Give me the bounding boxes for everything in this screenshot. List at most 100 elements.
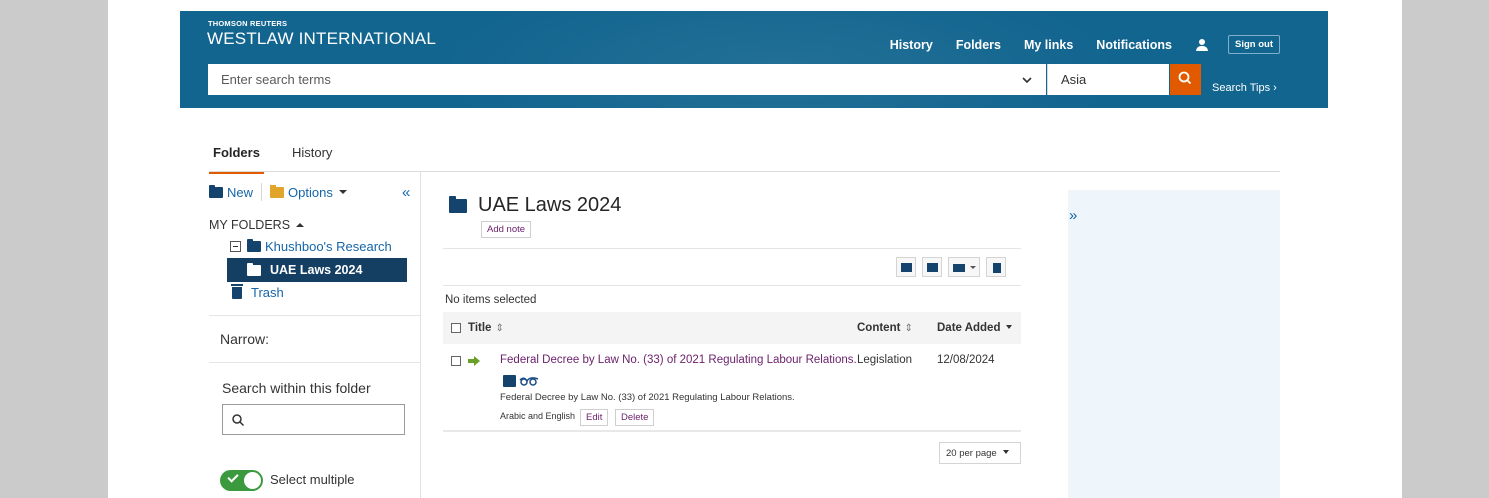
top-navigation: History Folders My links Notifications S… [867, 35, 1280, 54]
email-icon [953, 264, 965, 272]
nav-folders-link[interactable]: Folders [956, 38, 1001, 52]
sidebar-divider [209, 315, 420, 316]
column-title-label: Title [468, 322, 492, 334]
search-bar: Asia [208, 64, 1228, 95]
trash-icon [231, 283, 243, 299]
new-folder-button[interactable]: New [209, 184, 254, 200]
brand-product[interactable]: WESTLAW INTERNATIONAL [207, 29, 436, 49]
select-all-checkbox[interactable] [451, 323, 461, 333]
expand-panel-button[interactable]: » [1069, 207, 1077, 224]
row-checkbox[interactable] [451, 356, 461, 366]
sign-out-button[interactable]: Sign out [1228, 35, 1280, 54]
column-date-added[interactable]: Date Added [937, 322, 1013, 334]
arrow-right-icon [468, 356, 480, 366]
new-folder-icon [209, 184, 223, 198]
folder-icon [449, 195, 467, 213]
search-icon [232, 414, 245, 427]
table-bottom-divider [443, 430, 1021, 432]
chevron-down-icon[interactable] [1020, 73, 1034, 87]
folder-heading: UAE Laws 2024 [449, 194, 621, 217]
search-within-input[interactable] [251, 411, 399, 429]
column-content-label: Content [857, 322, 901, 334]
column-date-label: Date Added [937, 322, 1001, 334]
folder-icon [247, 262, 261, 276]
options-label: Options [288, 184, 333, 200]
document-date-added: 12/08/2024 [937, 354, 995, 366]
search-tips-link[interactable]: Search Tips › [1212, 82, 1277, 94]
collapse-sidebar-button[interactable]: « [402, 184, 410, 201]
tree-item-trash[interactable]: Trash [231, 283, 284, 300]
folder-icon [247, 239, 261, 252]
user-icon[interactable] [1196, 38, 1208, 51]
folder-toolbar: New Options [209, 182, 414, 202]
main-divider [443, 248, 1021, 249]
toggle-knob [244, 472, 261, 489]
page-title: UAE Laws 2024 [478, 194, 622, 216]
chevron-up-icon [296, 223, 305, 227]
per-page-label: 20 per page [946, 448, 997, 459]
chevron-down-icon [338, 190, 347, 194]
column-title[interactable]: Title ⇕ [468, 322, 504, 334]
search-input[interactable] [208, 64, 1046, 95]
brand-company: THOMSON REUTERS [208, 19, 288, 28]
sidebar-divider [209, 362, 420, 363]
nav-my-links-link[interactable]: My links [1024, 38, 1073, 52]
tree-item-label: Khushboo's Research [265, 239, 392, 254]
copy-folder-icon [901, 263, 912, 272]
options-button[interactable]: Options [270, 184, 347, 200]
collapse-tree-icon[interactable] [230, 241, 241, 252]
nav-notifications-link[interactable]: Notifications [1096, 38, 1172, 52]
note-icon[interactable] [503, 375, 516, 387]
my-folders-toggle[interactable]: MY FOLDERS [209, 218, 305, 232]
tree-item-label: UAE Laws 2024 [270, 263, 363, 277]
my-folders-label: MY FOLDERS [209, 218, 291, 232]
delete-item-button[interactable]: Delete [615, 409, 655, 426]
tab-folders[interactable]: Folders [209, 143, 264, 174]
tab-history[interactable]: History [288, 143, 336, 174]
sort-desc-icon [1006, 325, 1013, 329]
edit-button[interactable]: Edit [580, 409, 609, 426]
page-tabs: Folders History [209, 143, 360, 174]
select-multiple-label: Select multiple [270, 472, 355, 487]
main-divider [443, 285, 1021, 286]
search-within-heading: Search within this folder [222, 380, 371, 396]
check-icon [227, 471, 239, 483]
tree-item-khushboos-research[interactable]: Khushboo's Research [230, 239, 392, 254]
tree-item-label: Trash [251, 285, 284, 300]
copy-folder-button[interactable] [896, 257, 916, 277]
per-page-select[interactable]: 20 per page [939, 442, 1021, 464]
narrow-heading: Narrow: [220, 331, 270, 347]
tabs-divider [209, 171, 1280, 172]
selection-status: No items selected [445, 294, 537, 306]
chevron-down-icon [970, 266, 976, 269]
sort-icon: ⇕ [904, 323, 913, 334]
move-folder-icon [927, 263, 938, 272]
document-language: Arabic and English [500, 411, 576, 421]
select-multiple-toggle[interactable] [220, 470, 263, 491]
sort-icon: ⇕ [495, 323, 504, 334]
right-gutter [1402, 0, 1489, 498]
document-link[interactable]: Federal Decree by Law No. (33) of 2021 R… [500, 354, 857, 366]
search-within-field[interactable] [222, 404, 405, 435]
add-note-button[interactable]: Add note [481, 221, 532, 238]
left-gutter [0, 0, 108, 498]
search-icon [1178, 71, 1192, 85]
document-description: Federal Decree by Law No. (33) of 2021 R… [500, 392, 795, 403]
tree-item-uae-laws-2024[interactable]: UAE Laws 2024 [227, 258, 407, 282]
email-button[interactable] [948, 257, 980, 277]
table-header: Title ⇕ Content ⇕ Date Added [443, 312, 1021, 344]
nav-history-link[interactable]: History [890, 38, 933, 52]
chevron-down-icon [1002, 450, 1009, 454]
folder-actions [890, 257, 1006, 277]
move-folder-button[interactable] [922, 257, 942, 277]
trash-icon [993, 263, 1001, 273]
glasses-icon[interactable] [519, 375, 539, 387]
delete-button[interactable] [986, 257, 1006, 277]
toolbar-divider [261, 183, 263, 201]
site-header: THOMSON REUTERS WESTLAW INTERNATIONAL Hi… [180, 11, 1328, 108]
options-folder-icon [270, 184, 285, 198]
jurisdiction-selector[interactable]: Asia [1047, 64, 1169, 95]
new-folder-label: New [227, 184, 254, 200]
search-button[interactable] [1170, 64, 1201, 95]
column-content[interactable]: Content ⇕ [857, 322, 913, 334]
